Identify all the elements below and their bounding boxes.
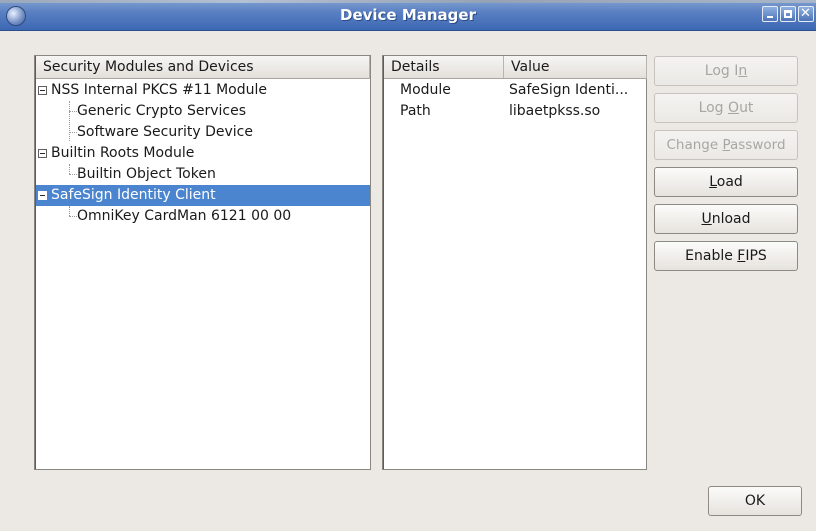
table-row[interactable]: Path libaetpkss.so xyxy=(384,101,646,122)
modules-tree[interactable]: Security Modules and Devices NSS Interna… xyxy=(34,55,371,470)
tree-item-label: NSS Internal PKCS #11 Module xyxy=(51,82,267,98)
tree-item-label: SafeSign Identity Client xyxy=(51,187,216,203)
tree-item-nss-internal-module[interactable]: NSS Internal PKCS #11 Module xyxy=(36,80,370,101)
minimize-button[interactable] xyxy=(762,6,778,22)
tree-item-safesign-identity-client[interactable]: SafeSign Identity Client xyxy=(36,185,370,206)
log-out-button[interactable]: Log Out xyxy=(654,93,798,123)
value-cell: libaetpkss.so xyxy=(509,103,601,119)
details-table[interactable]: Details Value Module SafeSign Identi... … xyxy=(382,55,647,470)
value-cell: SafeSign Identi... xyxy=(509,82,629,98)
button-label: IPS xyxy=(745,248,767,264)
tree-item-label: Builtin Roots Module xyxy=(51,145,195,161)
tree-column-header[interactable]: Security Modules and Devices xyxy=(36,56,370,79)
tree-item-label: Builtin Object Token xyxy=(77,166,216,182)
button-label: Log I xyxy=(704,63,739,79)
mnemonic: L xyxy=(709,174,717,190)
tree-item-omnikey-cardman[interactable]: OmniKey CardMan 6121 00 00 xyxy=(36,206,370,227)
detail-cell: Module xyxy=(400,82,451,98)
minimize-icon xyxy=(767,16,773,18)
load-button[interactable]: Load xyxy=(654,167,798,197)
button-label: nload xyxy=(711,211,751,227)
enable-fips-button[interactable]: Enable FIPS xyxy=(654,241,798,271)
mnemonic: U xyxy=(701,211,712,227)
collapse-icon[interactable] xyxy=(38,191,47,200)
unload-button[interactable]: Unload xyxy=(654,204,798,234)
close-button[interactable]: ✕ xyxy=(798,6,814,22)
mnemonic: P xyxy=(722,137,730,153)
button-label: Change xyxy=(666,137,723,153)
button-label: oad xyxy=(716,174,743,190)
window-title: Device Manager xyxy=(340,6,476,24)
value-column-header[interactable]: Value xyxy=(504,56,647,79)
tree-item-builtin-roots-module[interactable]: Builtin Roots Module xyxy=(36,143,370,164)
mnemonic: n xyxy=(738,63,748,79)
maximize-icon xyxy=(784,10,792,18)
log-in-button[interactable]: Log In xyxy=(654,56,798,86)
button-label: ut xyxy=(739,100,754,116)
detail-cell: Path xyxy=(400,103,431,119)
mnemonic: O xyxy=(728,100,740,116)
table-row[interactable]: Module SafeSign Identi... xyxy=(384,80,646,101)
button-label: Enable xyxy=(685,248,738,264)
change-password-button[interactable]: Change Password xyxy=(654,130,798,160)
button-label: assword xyxy=(730,137,786,153)
tree-item-software-security-device[interactable]: Software Security Device xyxy=(36,122,370,143)
collapse-icon[interactable] xyxy=(38,86,47,95)
tree-item-builtin-object-token[interactable]: Builtin Object Token xyxy=(36,164,370,185)
ok-button[interactable]: OK xyxy=(708,486,802,516)
details-column-header[interactable]: Details xyxy=(384,56,504,79)
tree-item-label: OmniKey CardMan 6121 00 00 xyxy=(77,208,292,224)
tree-item-label: Generic Crypto Services xyxy=(77,103,246,119)
collapse-icon[interactable] xyxy=(38,149,47,158)
tree-item-label: Software Security Device xyxy=(77,124,253,140)
tree-item-generic-crypto-services[interactable]: Generic Crypto Services xyxy=(36,101,370,122)
close-icon: ✕ xyxy=(800,6,811,21)
maximize-button[interactable] xyxy=(780,6,796,22)
button-label: Log xyxy=(698,100,729,116)
